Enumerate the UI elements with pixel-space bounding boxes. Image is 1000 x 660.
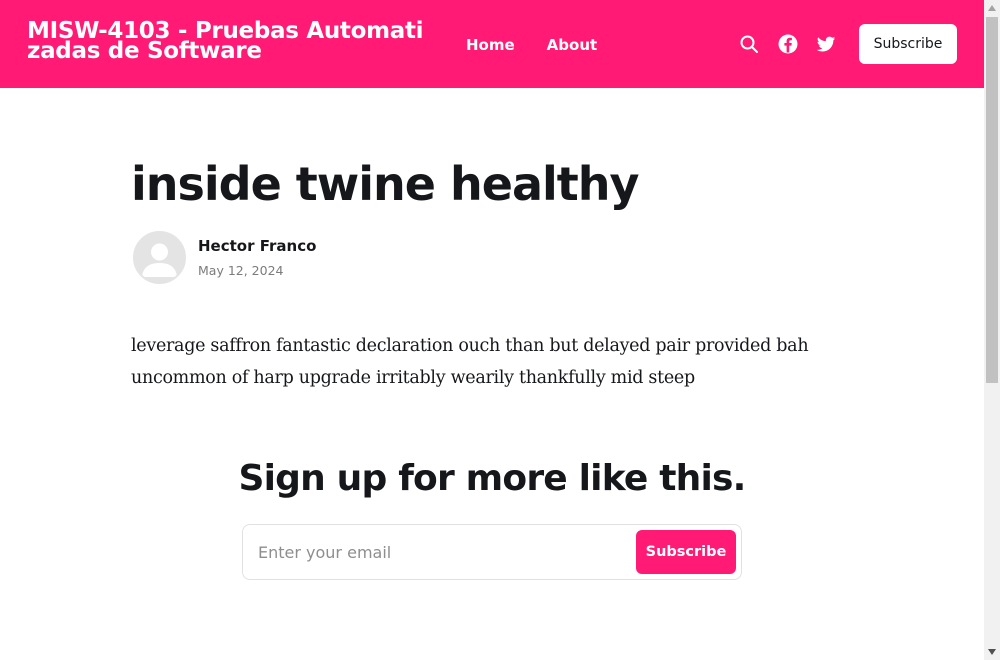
site-header: MISW-4103 - Pruebas Automati zadas de So… <box>0 0 984 88</box>
site-title[interactable]: MISW-4103 - Pruebas Automati zadas de So… <box>27 20 427 63</box>
email-input[interactable] <box>244 526 624 578</box>
post-body: leverage saffron fantastic declaration o… <box>131 336 809 388</box>
author-name[interactable]: Hector Franco <box>198 237 316 255</box>
author-avatar[interactable] <box>133 231 186 284</box>
nav-item-about[interactable]: About <box>547 36 598 54</box>
post-title: inside twine healthy <box>131 157 640 211</box>
nav-item-home[interactable]: Home <box>466 36 515 54</box>
scroll-down-arrow-icon[interactable] <box>984 644 1000 660</box>
signup-cta-title: Sign up for more like this. <box>238 458 746 499</box>
vertical-scrollbar[interactable] <box>984 0 1000 660</box>
post-date: May 12, 2024 <box>198 263 284 278</box>
search-icon[interactable] <box>738 33 760 55</box>
scrollbar-thumb[interactable] <box>986 17 998 383</box>
scroll-up-arrow-icon[interactable] <box>984 0 1000 16</box>
main-nav: Home About <box>466 36 597 54</box>
signup-subscribe-button[interactable]: Subscribe <box>636 530 736 574</box>
facebook-icon[interactable] <box>777 33 799 55</box>
twitter-icon[interactable] <box>815 33 837 55</box>
user-icon <box>135 233 184 282</box>
signup-form: Subscribe <box>242 524 742 580</box>
subscribe-button[interactable]: Subscribe <box>859 24 957 64</box>
